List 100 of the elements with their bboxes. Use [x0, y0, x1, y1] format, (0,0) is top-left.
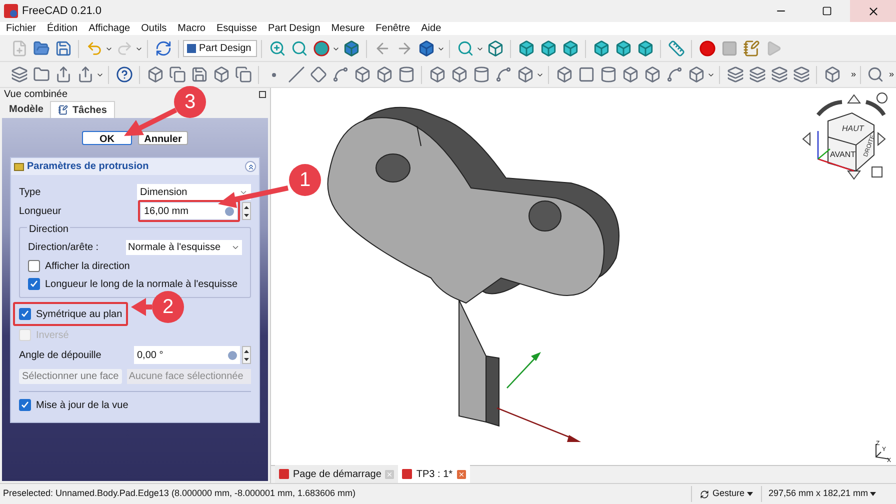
app-logo-icon	[279, 469, 289, 479]
checkbox[interactable]	[19, 399, 31, 411]
dimensions-dropdown[interactable]: 297,56 mm x 182,21 mm	[762, 487, 882, 501]
maximize-icon	[822, 6, 832, 16]
checkbox-label: Inversé	[36, 328, 69, 342]
checkbox-label: Mise à jour de la vue	[36, 398, 128, 412]
cube-icon	[342, 40, 360, 57]
magnifier-icon	[867, 66, 884, 83]
magnifier-icon	[290, 40, 308, 57]
navigation-style-dropdown[interactable]: Gesture	[692, 487, 762, 501]
workbench-dropdown[interactable]: Part Design	[183, 40, 257, 57]
navigation-cube-drawing[interactable]	[817, 112, 874, 172]
spin-buttons[interactable]	[242, 346, 251, 364]
cube-icon	[562, 40, 578, 57]
step-number-badge: 3	[174, 86, 206, 118]
app-logo-icon	[402, 469, 412, 479]
notepad-icon	[742, 40, 760, 57]
cube-icon[interactable]	[872, 166, 882, 178]
checkbox[interactable]	[28, 278, 40, 290]
folder-icon	[32, 40, 50, 57]
cube-icon	[592, 40, 610, 57]
cube-icon	[614, 40, 632, 57]
menu-item[interactable]: Édition	[47, 21, 78, 36]
annotation-arrow	[124, 108, 178, 136]
menu-item[interactable]: Part Design	[268, 21, 320, 36]
menu-item[interactable]: Esquisse	[216, 21, 258, 36]
folder-icon	[32, 66, 50, 83]
ruler-icon	[668, 40, 684, 57]
triangle-arrow-icon[interactable]	[847, 170, 861, 180]
menu-item[interactable]: Fichier	[6, 21, 36, 36]
checkbox[interactable]	[28, 260, 40, 272]
circle-icon[interactable]	[876, 92, 888, 104]
cube-icon	[516, 66, 534, 83]
field-label: Longueur	[19, 204, 62, 218]
stack-icon	[10, 66, 28, 83]
app-logo-icon	[4, 4, 18, 18]
undock-icon[interactable]	[259, 91, 266, 98]
face-field[interactable]: Aucune face sélectionnée	[126, 368, 251, 384]
expression-icon	[228, 350, 237, 360]
pen-icon	[58, 105, 68, 115]
cube-icon	[518, 40, 534, 57]
export-icon	[54, 66, 72, 83]
cube-icon	[418, 40, 434, 57]
cube-face-label: AVANT	[830, 150, 856, 159]
panel-title: Vue combinée	[4, 88, 68, 102]
shape-icon	[376, 66, 392, 83]
menu-item[interactable]: Macro	[178, 21, 206, 36]
copy-icon	[168, 66, 186, 83]
workbench-icon	[187, 44, 196, 53]
record-icon	[698, 40, 716, 57]
overflow-button[interactable]: »	[850, 68, 856, 82]
menu-item[interactable]: Aide	[421, 21, 442, 36]
dialog-button[interactable]: OK	[82, 131, 132, 145]
menu-item[interactable]: Affichage	[88, 21, 130, 36]
document-tab[interactable]: Page de démarrage	[275, 465, 398, 483]
caret-icon	[870, 492, 876, 496]
menu-item[interactable]: Fenêtre	[376, 21, 410, 36]
dialog-button[interactable]: Annuler	[138, 131, 188, 145]
triangle-arrow-icon[interactable]	[847, 94, 861, 104]
menu-item[interactable]: Outils	[141, 21, 167, 36]
angle-field[interactable]: 0,00 °	[134, 346, 240, 364]
close-button[interactable]	[850, 0, 896, 22]
overflow-button[interactable]: »	[888, 68, 894, 82]
cube-icon	[540, 40, 556, 57]
direction-dropdown[interactable]: Normale à l'esquisse	[126, 240, 242, 254]
redo-icon	[116, 40, 132, 57]
triangle-arrow-icon[interactable]	[802, 132, 810, 146]
spin-buttons[interactable]	[242, 202, 251, 220]
checkbox[interactable]	[19, 308, 31, 320]
panel-tab[interactable]: Tâches	[50, 101, 115, 118]
undo-icon	[86, 40, 102, 57]
type-dropdown[interactable]: Dimension	[137, 184, 251, 200]
window-title: FreeCAD 0.21.0	[22, 4, 102, 19]
cube-face-label: HAUT	[842, 124, 864, 133]
caret-icon	[747, 492, 754, 496]
length-field[interactable]: 16,00 mm	[141, 203, 237, 219]
status-message: Preselected: Unnamed.Body.Pad.Edge13 (8.000000 mm, -8.000001 mm, 1.683606 mm)	[2, 487, 357, 500]
cube-icon	[486, 40, 504, 57]
point-icon	[272, 72, 276, 76]
document-tab[interactable]: TP3 : 1*	[398, 465, 470, 483]
checkbox-label: Symétrique au plan	[36, 308, 122, 322]
select-face-button[interactable]: Sélectionner une face	[19, 368, 122, 384]
refresh-icon	[154, 40, 172, 57]
field-label: Type	[19, 186, 41, 200]
checkbox-label: Longueur le long de la normale à l'esquisse	[45, 278, 238, 292]
expression-icon	[225, 206, 234, 216]
axis-triad-drawing	[876, 444, 890, 460]
zoom-icon	[268, 40, 286, 57]
cube-icon	[636, 40, 654, 57]
collapse-button[interactable]	[245, 161, 256, 172]
export-icon	[76, 66, 94, 83]
cube-icon	[688, 66, 704, 83]
section-title: Paramètres de protrusion	[27, 160, 149, 174]
shape-icon	[354, 66, 370, 83]
menu-item[interactable]: Mesure	[331, 21, 365, 36]
line-icon	[288, 66, 304, 83]
stop-icon	[720, 40, 738, 57]
magnifier-icon	[456, 40, 474, 57]
triangle-arrow-icon[interactable]	[878, 132, 886, 146]
close-icon[interactable]	[456, 470, 466, 478]
